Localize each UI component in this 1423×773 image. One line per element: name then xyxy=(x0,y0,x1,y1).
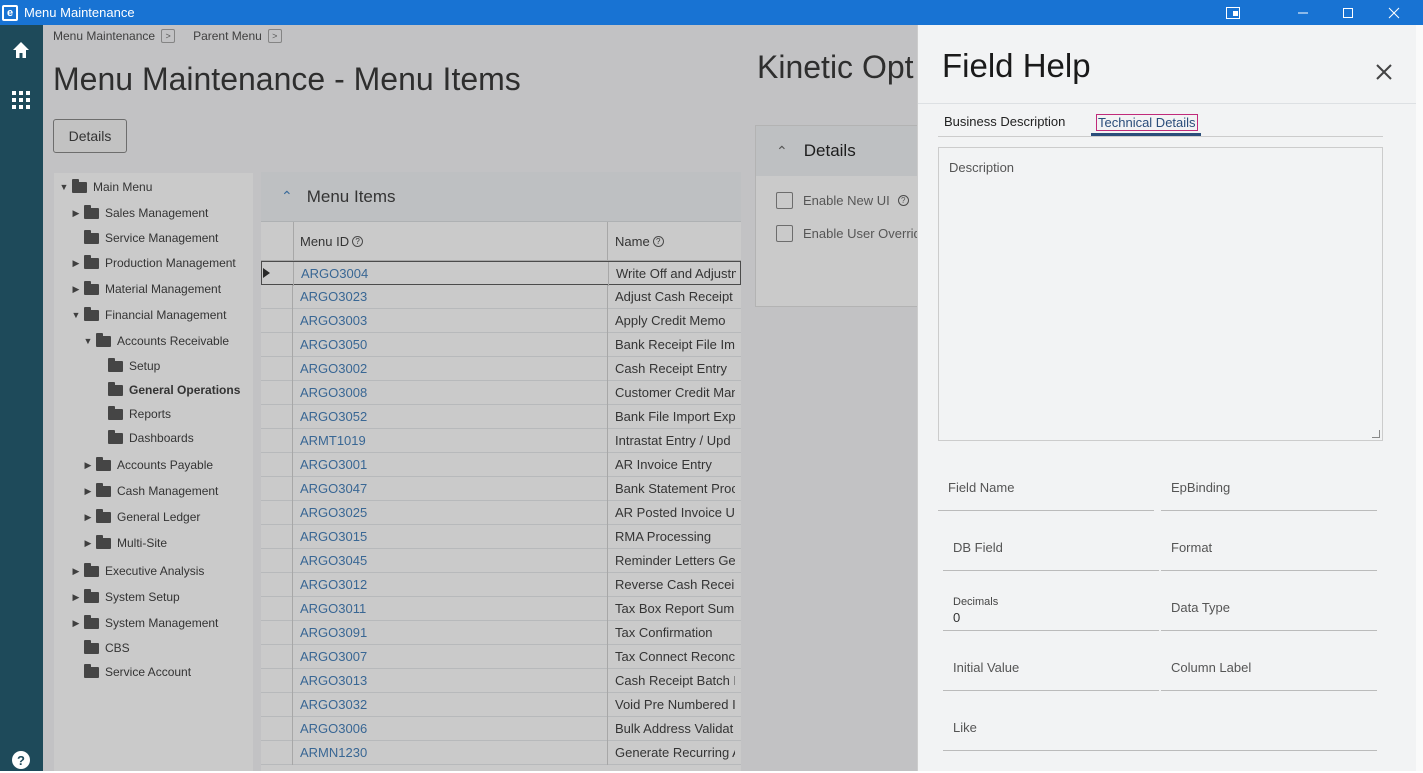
format-field[interactable]: Format xyxy=(1161,519,1377,571)
apps-grid-icon[interactable] xyxy=(8,87,34,113)
field-label: EpBinding xyxy=(1171,480,1231,495)
field-label: Format xyxy=(1171,540,1213,555)
field-help-title: Field Help xyxy=(942,47,1091,84)
tab-divider xyxy=(938,136,1383,137)
field-label: Data Type xyxy=(1171,600,1231,615)
initial-value-field[interactable]: Initial Value xyxy=(943,639,1159,691)
left-navigation: ? xyxy=(0,25,43,771)
window-title: Menu Maintenance xyxy=(24,5,135,20)
field-label: Initial Value xyxy=(953,660,1020,675)
close-window-icon[interactable] xyxy=(1371,0,1417,25)
modal-overlay[interactable] xyxy=(43,25,917,771)
right-edge-strip xyxy=(1416,25,1423,771)
resize-handle-icon[interactable] xyxy=(1372,430,1380,438)
help-icon[interactable]: ? xyxy=(8,747,34,773)
maximize-icon[interactable] xyxy=(1325,0,1371,25)
description-textarea[interactable]: Description xyxy=(938,147,1383,441)
decimals-field[interactable]: Decimals 0 xyxy=(943,579,1159,631)
tab-business-description[interactable]: Business Description xyxy=(944,114,1065,129)
epbinding-field[interactable]: EpBinding xyxy=(1161,459,1377,511)
active-tab-indicator xyxy=(1091,133,1201,136)
field-label: Decimals xyxy=(953,596,999,608)
app-logo-icon: e xyxy=(2,4,18,21)
data-type-field[interactable]: Data Type xyxy=(1161,579,1377,631)
minimize-icon[interactable] xyxy=(1280,0,1326,25)
field-label: DB Field xyxy=(953,540,1003,555)
snap-icon[interactable] xyxy=(1210,0,1256,25)
svg-text:?: ? xyxy=(17,753,25,768)
tab-technical-details[interactable]: Technical Details xyxy=(1096,114,1198,131)
field-label: Column Label xyxy=(1171,660,1252,675)
decimals-value: 0 xyxy=(953,610,961,625)
column-label-field[interactable]: Column Label xyxy=(1161,639,1377,691)
field-label: Field Name xyxy=(948,480,1015,495)
home-icon[interactable] xyxy=(8,37,34,63)
field-label: Like xyxy=(953,720,977,735)
help-tabs: Business Description Technical Details xyxy=(918,103,1417,137)
field-name-field[interactable]: Field Name xyxy=(938,459,1154,511)
description-label: Description xyxy=(949,160,1015,175)
like-field[interactable]: Like xyxy=(943,699,1377,751)
field-help-panel: Field Help Business Description Technica… xyxy=(917,25,1417,771)
db-field-field[interactable]: DB Field xyxy=(943,519,1159,571)
close-icon[interactable] xyxy=(1376,59,1392,87)
window-titlebar: e Menu Maintenance xyxy=(0,0,1423,25)
